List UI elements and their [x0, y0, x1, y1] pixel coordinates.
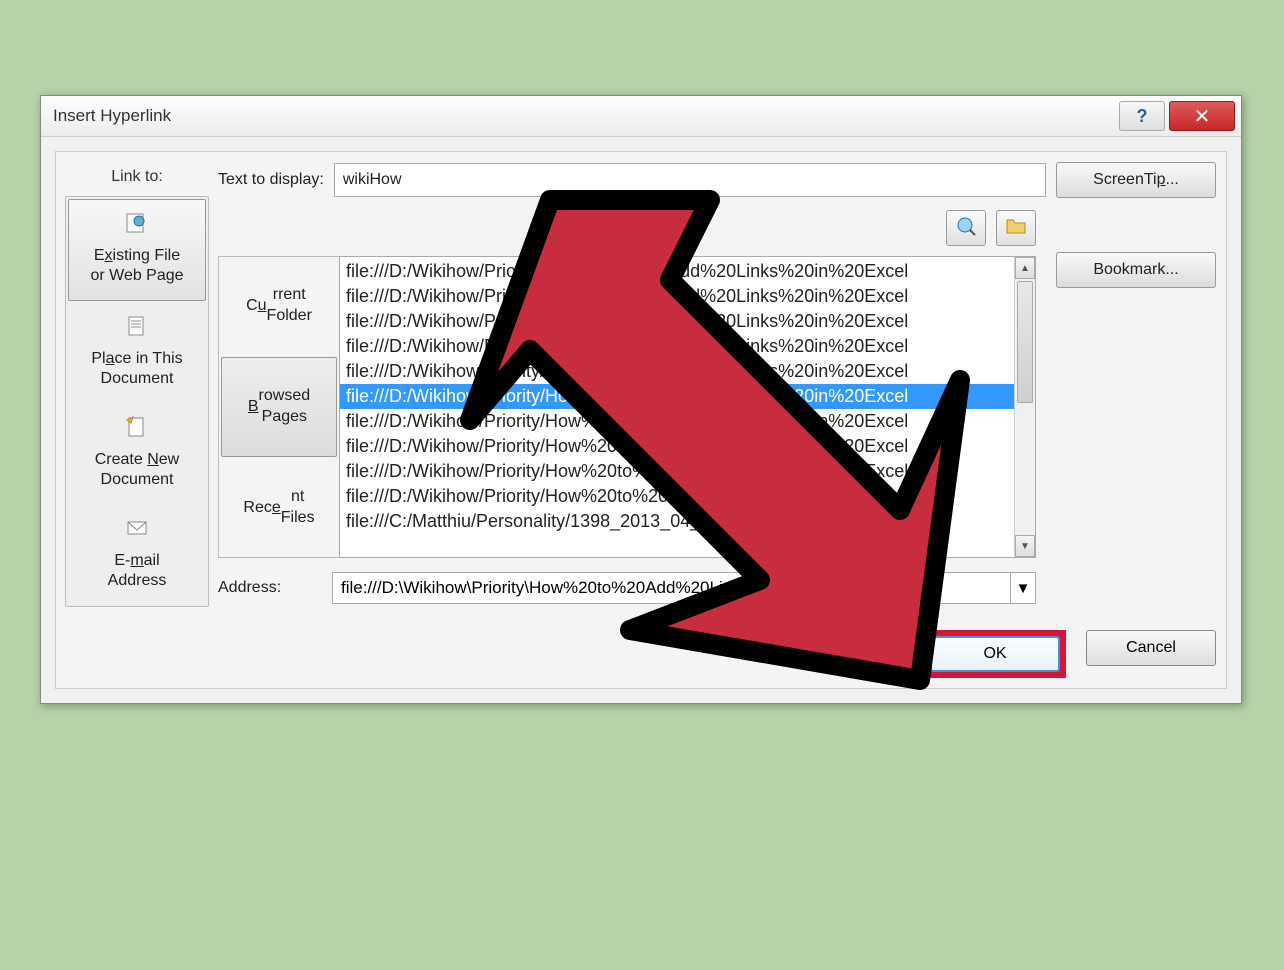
tab-recent-files[interactable]: RecentFiles	[219, 459, 339, 557]
file-item[interactable]: file:///D:/Wikihow/Priority/How%20to%20A…	[340, 359, 1014, 384]
scroll-down-button[interactable]: ▼	[1015, 535, 1035, 557]
file-item[interactable]: file:///D:/Wikihow/Priority/How%20to%20A…	[340, 284, 1014, 309]
web-page-icon	[125, 212, 149, 240]
tab-browsed-pages[interactable]: BrowsedPages	[221, 357, 337, 457]
link-to-label: Link to:	[111, 162, 163, 196]
link-opt-create-new[interactable]: Create NewDocument	[66, 404, 208, 505]
file-item[interactable]: file:///D:/Wikihow/Priority/How%20to%20A…	[340, 384, 1014, 409]
browse-tabs: CurrentFolder BrowsedPages RecentFiles	[218, 256, 339, 558]
close-button[interactable]: ✕	[1169, 101, 1235, 131]
address-input-wrap: ▼	[332, 572, 1036, 604]
address-row: Address: ▼	[218, 572, 1036, 604]
dialog-body: Link to: Existing Fileor Web Page Place …	[41, 137, 1241, 703]
screentip-button[interactable]: ScreenTip...	[1056, 162, 1216, 198]
close-icon: ✕	[1194, 104, 1211, 129]
file-list-container: file:///D:/Wikihow/Priority/How%20to%20A…	[339, 256, 1036, 558]
file-item[interactable]: file:///D:/Wikihow/Priority/How%20to%20A…	[340, 334, 1014, 359]
globe-search-icon	[955, 215, 977, 241]
chevron-down-icon: ▼	[1016, 580, 1031, 597]
browse-web-button[interactable]	[946, 210, 986, 246]
inner-frame: Link to: Existing Fileor Web Page Place …	[55, 151, 1227, 689]
link-opt-label: Place in ThisDocument	[91, 349, 182, 389]
scroll-thumb[interactable]	[1017, 281, 1033, 403]
titlebar: Insert Hyperlink ? ✕	[41, 96, 1241, 137]
browse-folder-button[interactable]	[996, 210, 1036, 246]
scroll-track[interactable]	[1015, 279, 1035, 535]
insert-hyperlink-dialog: Insert Hyperlink ? ✕ Link to: Existin	[40, 95, 1242, 704]
address-dropdown-button[interactable]: ▼	[1010, 573, 1035, 603]
text-to-display-label: Text to display:	[218, 171, 324, 189]
file-item[interactable]: file:///D:/Wikihow/Priority/How%20to%20A…	[340, 309, 1014, 334]
bookmark-button[interactable]: Bookmark...	[1056, 252, 1216, 288]
file-item[interactable]: file:///D:/Wikihow/Priority/How%20to%20A…	[340, 409, 1014, 434]
email-icon	[125, 517, 149, 545]
address-input[interactable]	[333, 573, 1010, 603]
link-opt-email[interactable]: E-mailAddress	[66, 505, 208, 606]
folder-icon	[1005, 216, 1027, 240]
ok-highlight: OK	[924, 630, 1066, 678]
file-list[interactable]: file:///D:/Wikihow/Priority/How%20to%20A…	[340, 257, 1014, 557]
link-opt-place-in-doc[interactable]: Place in ThisDocument	[66, 303, 208, 404]
link-opt-existing-file[interactable]: Existing Fileor Web Page	[68, 199, 206, 301]
file-item[interactable]: file:///D:/Wikihow/Priority/How%20to%20A…	[340, 459, 1014, 484]
text-to-display-input[interactable]	[334, 163, 1046, 197]
file-item[interactable]: file:///D:/Wikihow/Priority/How%20to%20A…	[340, 484, 1014, 509]
cancel-button[interactable]: Cancel	[1086, 630, 1216, 666]
side-buttons-col: Bookmark...	[1046, 208, 1216, 288]
link-opt-label: Existing Fileor Web Page	[90, 246, 183, 286]
scroll-up-button[interactable]: ▲	[1015, 257, 1035, 279]
file-item[interactable]: file:///D:/Wikihow/Priority/How%20to%20A…	[340, 434, 1014, 459]
file-item[interactable]: file:///D:/Wikihow/Priority/How%20to%20A…	[340, 259, 1014, 284]
lookin-toolbar	[218, 208, 1036, 248]
file-item[interactable]: file:///C:/Matthiu/Personality/1398_2013…	[340, 509, 1014, 534]
link-to-group: Existing Fileor Web Page Place in ThisDo…	[65, 196, 209, 607]
ok-button[interactable]: OK	[930, 636, 1060, 672]
help-icon: ?	[1137, 106, 1148, 127]
link-to-column: Link to: Existing Fileor Web Page Place …	[66, 162, 208, 678]
new-document-icon	[125, 416, 149, 444]
link-opt-label: E-mailAddress	[108, 551, 167, 591]
browse-area: CurrentFolder BrowsedPages RecentFiles f…	[218, 256, 1036, 558]
address-label: Address:	[218, 579, 318, 597]
dialog-title: Insert Hyperlink	[53, 106, 171, 126]
main-column: Text to display: ScreenTip...	[218, 162, 1216, 678]
action-buttons-row: OK Cancel	[218, 614, 1216, 678]
scrollbar[interactable]: ▲ ▼	[1014, 257, 1035, 557]
document-place-icon	[125, 315, 149, 343]
lookin-and-side-row: CurrentFolder BrowsedPages RecentFiles f…	[218, 208, 1216, 604]
text-to-display-row: Text to display: ScreenTip...	[218, 162, 1216, 198]
titlebar-buttons: ? ✕	[1119, 96, 1241, 136]
tab-current-folder[interactable]: CurrentFolder	[219, 257, 339, 355]
link-opt-label: Create NewDocument	[95, 450, 179, 490]
help-button[interactable]: ?	[1119, 101, 1165, 131]
